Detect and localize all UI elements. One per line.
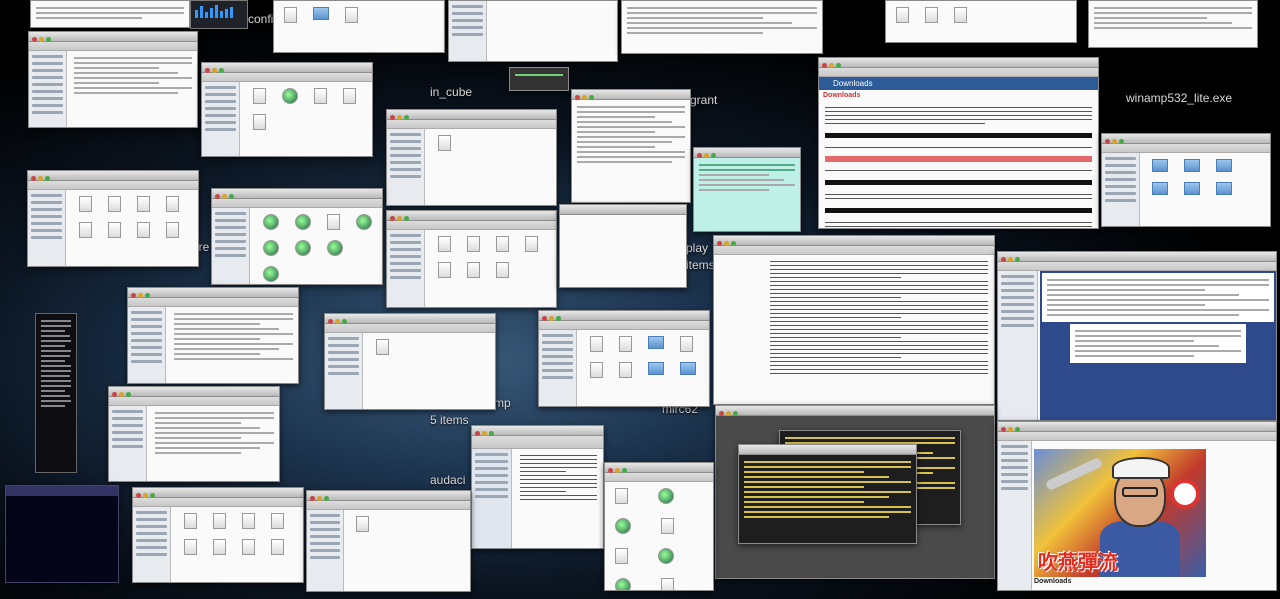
blank-window[interactable]	[559, 204, 687, 288]
finder-icon-window[interactable]	[386, 109, 557, 206]
desktop-icon-label-audacity[interactable]: audaci	[430, 473, 465, 487]
finder-window[interactable]	[273, 0, 445, 53]
desktop-icon-label-5-items: 5 items	[430, 413, 469, 427]
desktop-icon-label-play[interactable]: play	[686, 241, 708, 255]
media-player-window[interactable]	[5, 485, 119, 583]
winamp-equalizer-window[interactable]	[190, 0, 248, 29]
web-browser-window[interactable]: 吹燕彈流 Downloads	[997, 421, 1277, 591]
code-editor-window[interactable]	[715, 405, 995, 579]
terminal-window[interactable]	[738, 444, 917, 544]
page-heading: Downloads	[1034, 578, 1072, 585]
desktop-icon-label-mp[interactable]: mp	[494, 396, 511, 410]
desktop-icon-label-winamp[interactable]: winamp532_lite.exe	[1126, 91, 1232, 105]
dock-panel-window[interactable]	[35, 313, 77, 473]
finder-icon-window[interactable]	[201, 62, 373, 157]
poster-image: 吹燕彈流	[1034, 449, 1206, 577]
finder-list-window[interactable]	[1088, 0, 1258, 48]
finder-icon-window[interactable]	[538, 310, 710, 407]
highlighted-download-row[interactable]	[825, 156, 1092, 162]
finder-window[interactable]	[30, 0, 190, 28]
text-document-window[interactable]	[713, 235, 995, 405]
itunes-window[interactable]	[621, 0, 823, 54]
finder-list-window[interactable]	[108, 386, 280, 482]
chat-window[interactable]	[693, 147, 801, 232]
transmission-window[interactable]	[571, 89, 691, 203]
applications-window[interactable]	[211, 188, 383, 285]
applications-window[interactable]	[604, 462, 714, 591]
finder-icon-window[interactable]	[386, 210, 557, 308]
desktop-icon-label-items: items	[686, 258, 715, 272]
finder-icon-window[interactable]	[27, 170, 199, 267]
mail-window[interactable]	[471, 425, 604, 549]
poster-title: 吹燕彈流	[1038, 550, 1118, 574]
web-browser-window[interactable]: Downloads Downloads	[818, 57, 1099, 229]
finder-icon-window[interactable]	[306, 490, 471, 592]
site-header: Downloads	[819, 77, 1098, 90]
finder-window[interactable]	[448, 0, 618, 62]
finder-list-window[interactable]	[28, 31, 198, 128]
desktop-icon-label-grant[interactable]: grant	[690, 93, 717, 107]
finder-icon-window[interactable]	[1101, 133, 1271, 227]
finder-icon-window[interactable]	[132, 487, 304, 583]
terminal-window[interactable]	[509, 67, 569, 91]
desktop-icon-label-in-cube[interactable]: in_cube	[430, 85, 472, 99]
page-heading: Downloads	[823, 92, 861, 99]
finder-icon-window[interactable]	[324, 313, 496, 410]
web-forum-window[interactable]	[997, 251, 1277, 421]
finder-window[interactable]	[885, 0, 1077, 43]
finder-list-window[interactable]	[127, 287, 299, 384]
